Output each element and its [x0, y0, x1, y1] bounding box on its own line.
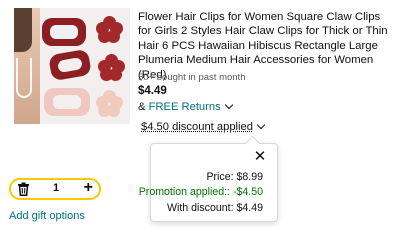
discount-label[interactable]: $4.50 discount applied	[141, 121, 253, 133]
claw-clip-red-2	[48, 48, 92, 82]
quantity-value: 1	[53, 182, 60, 194]
close-icon[interactable]: ✕	[253, 149, 267, 164]
discount-dropdown[interactable]: $4.50 discount applied	[141, 120, 266, 133]
flower-clip-red-2	[98, 54, 126, 82]
returns-row: & FREE Returns	[138, 100, 233, 113]
returns-prefix: &	[138, 101, 149, 113]
discount-popover: ✕ Price: $8.99 Promotion applied:: -$4.5…	[139, 143, 278, 222]
add-gift-options-link[interactable]: Add gift options	[9, 210, 85, 222]
claw-clip-pink	[44, 88, 90, 116]
flower-clip-pink	[96, 90, 124, 118]
quantity-stepper[interactable]: 1 +	[9, 178, 101, 200]
flower-clip-red-1	[96, 16, 124, 44]
model-strap	[16, 58, 32, 98]
product-image[interactable]	[14, 8, 130, 124]
claw-clip-red-1	[42, 18, 86, 46]
with-discount-line: With discount: $4.49	[167, 202, 263, 214]
product-price: $4.49	[138, 85, 167, 97]
chevron-down-icon[interactable]	[224, 100, 233, 110]
plus-icon[interactable]: +	[84, 179, 93, 197]
free-returns-link[interactable]: FREE Returns	[149, 101, 221, 113]
model-hair	[14, 8, 32, 52]
cart-item: Flower Hair Clips for Women Square Claw …	[0, 0, 393, 240]
bought-count: 50+ bought in past month	[138, 72, 246, 83]
promotion-line: Promotion applied:: -$4.50	[138, 186, 263, 198]
chevron-down-icon[interactable]	[256, 120, 266, 130]
price-line: Price: $8.99	[206, 171, 263, 183]
trash-icon[interactable]	[17, 182, 30, 196]
